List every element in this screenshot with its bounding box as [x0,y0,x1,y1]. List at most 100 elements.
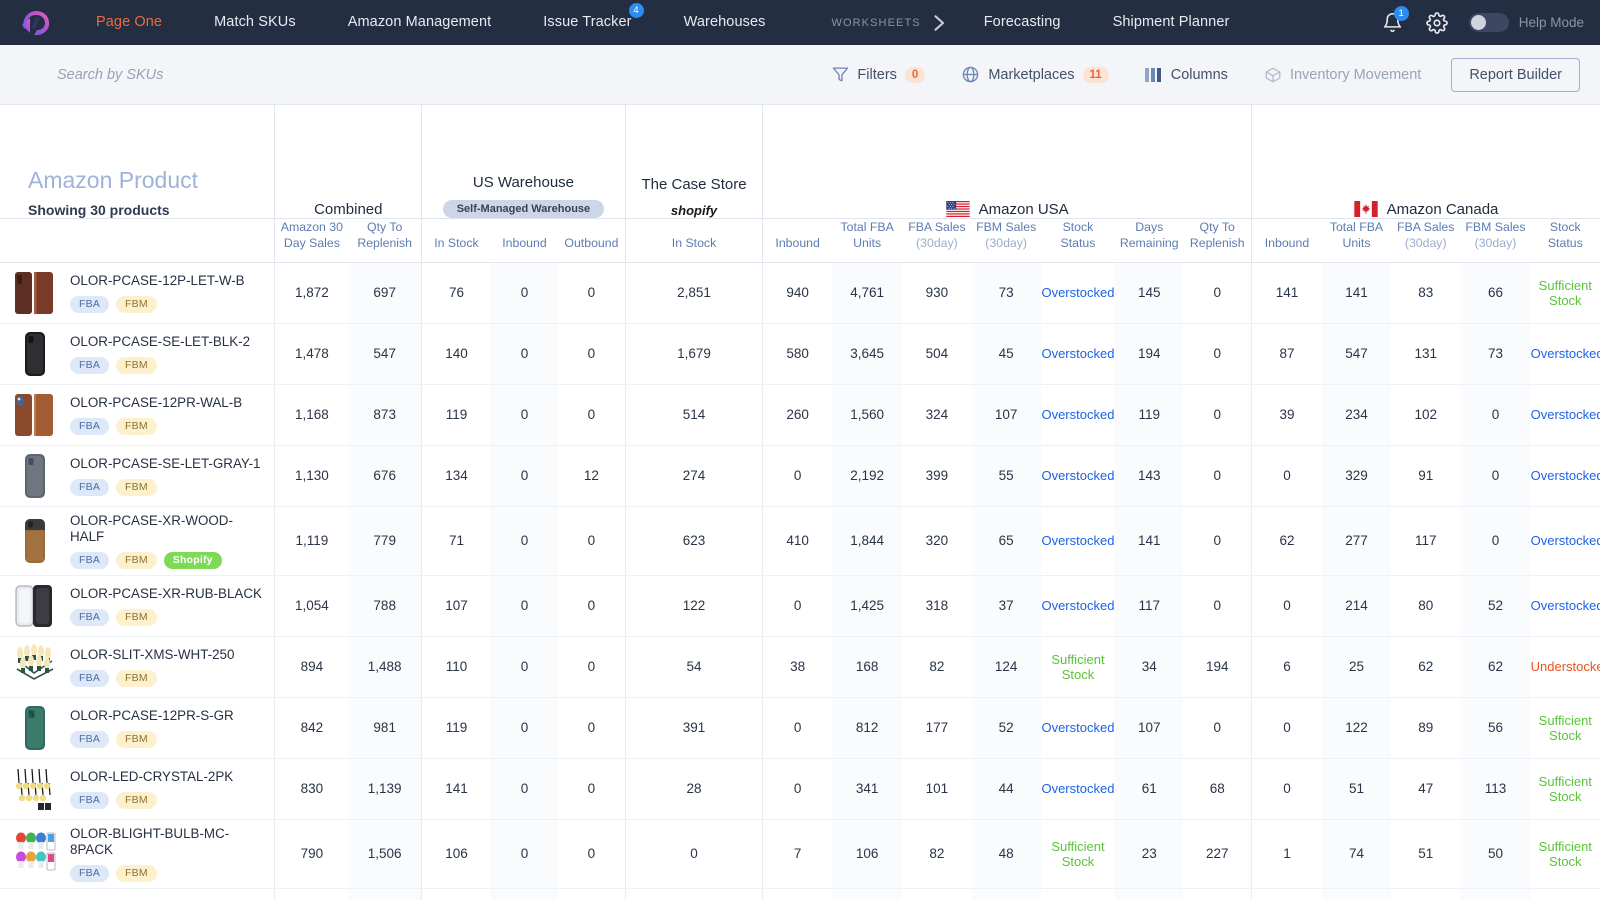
product-cell[interactable]: OLOR-PCASE-SE-LET-BLK-2 FBA FBM [0,323,275,385]
product-thumbnail [15,584,52,627]
colhead-amazon-30-day-sales[interactable]: Amazon 30 Day Sales [274,218,349,263]
help-mode-label: Help Mode [1518,15,1584,30]
product-cell[interactable]: OLOR-BLIGHT-BULB-MC-8PACK FBA FBM [0,819,275,889]
product-cell[interactable]: OLOR-PCASE-12P-LET-W-B FBA FBM [0,262,275,324]
cell-canada-0: 0 [1251,575,1322,637]
table-row[interactable]: OLOR-BLIGHT-BULB-MC-8PACK FBA FBM 790 1,506 1… [0,819,1600,889]
colhead-ca-fba-sales[interactable]: FBA Sales (30day) [1391,218,1461,263]
cell-combined-1: 788 [348,575,422,637]
nav-item-warehouses[interactable]: Warehouses [658,0,792,45]
nav-item-worksheets[interactable]: WORKSHEETS [791,13,957,33]
cell-canada-3: 113 [1460,758,1531,820]
colhead-ca-stock-status[interactable]: Stock Status [1530,218,1600,263]
inventory-movement-label: Inventory Movement [1289,66,1422,83]
table-row[interactable]: OLOR-PCASE-XR-WOOD-HALF FBA FBM Shopify 1,11… [0,506,1600,576]
report-builder-button[interactable]: Report Builder [1451,57,1580,92]
group-amazon-usa-title: Amazon USA [978,200,1069,218]
table-row[interactable]: OLOR-LED-CRYSTAL-2PK FBA FBM 830 1,139 141 0 0 2… [0,758,1600,820]
colhead-case-store-in-stock[interactable]: In Stock [624,218,763,263]
badge-fbm: FBM [116,669,157,687]
colhead-ca-inbound[interactable]: Inbound [1251,218,1322,263]
cell-usa-1: 812 [832,697,903,759]
colhead-ca-total-fba-units[interactable]: Total FBA Units [1321,218,1392,263]
cell-usa-2: 82 [902,819,972,889]
toolbar: Filters 0 Marketplaces 11 Columns [0,45,1600,105]
product-cell[interactable]: OLOR-PCASE-XR-RUB-BLACK FBA FBM [0,575,275,637]
table-row[interactable]: OLOR-PCASE-SE-LET-GRAY-1 FBA FBM 1,130 676 13… [0,445,1600,507]
product-cell[interactable]: OLOR-SLIT-XMS-WHT-250 FBA FBM [0,636,275,698]
table-row[interactable]: OLOR-PCASE-XR-RUB-BLACK FBA FBM 1,054 788 107… [0,575,1600,637]
cell-usa-3: 59 [971,888,1041,900]
cell-usa-4: Sufficient Stock [1040,636,1116,698]
colhead-qty-to-replenish[interactable]: Qty To Replenish [348,218,422,263]
nav-item-shipment-planner[interactable]: Shipment Planner [1087,0,1256,45]
columns-button[interactable]: Columns [1127,56,1246,94]
cell-case-store-0: 2,851 [624,262,763,324]
colhead-usa-inbound[interactable]: Inbound [762,218,833,263]
table-row[interactable]: OLOR-PCASE-12P-LET-W-B FBA FBM 1,872 697 76 0 0… [0,262,1600,324]
cell-combined-0: 830 [274,758,349,820]
product-cell[interactable]: OLOR-LED-DEC-48FT-WTFBAFBM [0,888,275,900]
app-logo[interactable] [14,7,58,39]
nav-item-forecasting[interactable]: Forecasting [958,0,1087,45]
help-mode-toggle[interactable]: Help Mode [1468,13,1584,32]
colhead-usa-fbm-sales[interactable]: FBM Sales (30day) [971,218,1041,263]
filters-button[interactable]: Filters 0 [814,56,943,94]
product-cell[interactable]: OLOR-PCASE-12PR-WAL-B FBA FBM [0,384,275,446]
product-cell[interactable]: OLOR-PCASE-XR-WOOD-HALF FBA FBM Shopify [0,506,275,576]
table-row[interactable]: OLOR-PCASE-12PR-S-GR FBA FBM 842 981 119 0 0 391… [0,697,1600,759]
table-header: Amazon Product Showing 30 products Combi… [0,105,1600,263]
product-thumbnail [15,393,53,436]
product-badges: FBA FBM [70,791,233,809]
product-cell[interactable]: OLOR-LED-CRYSTAL-2PK FBA FBM [0,758,275,820]
search-input[interactable] [57,66,477,83]
product-cell[interactable]: OLOR-PCASE-SE-LET-GRAY-1 FBA FBM [0,445,275,507]
table-row[interactable]: OLOR-PCASE-12PR-WAL-B FBA FBM 1,168 873 119 0 0… [0,384,1600,446]
search-icon[interactable] [22,64,43,85]
colhead-usw-outbound[interactable]: Outbound [558,218,626,263]
table-row[interactable]: OLOR-SLIT-XMS-WHT-250 FBA FBM 894 1,488 110 0 0… [0,636,1600,698]
nav-item-match-skus[interactable]: Match SKUs [188,0,322,45]
nav-item-amazon-management[interactable]: Amazon Management [322,0,518,45]
cell-canada-0: 0 [1251,758,1322,820]
colhead-usw-in-stock[interactable]: In Stock [421,218,491,263]
product-badges: FBA FBM [70,295,245,313]
colhead-usw-inbound[interactable]: Inbound [490,218,559,263]
notification-count-badge: 1 [1393,5,1409,21]
cell-canada-3: 0 [1460,384,1531,446]
status-badge: Sufficient Stock [1051,651,1105,682]
table-row[interactable]: OLOR-PCASE-SE-LET-BLK-2 FBA FBM 1,478 547 140… [0,323,1600,385]
notifications-button[interactable]: 1 [1373,3,1413,43]
colhead-usa-qty-to-replenish[interactable]: Qty To Replenish [1183,218,1252,263]
table-row[interactable]: OLOR-LED-DEC-48FT-WTFBAFBM7891,185710012… [0,888,1600,900]
status-badge: Sufficient Stock [1538,712,1592,743]
products-table-container[interactable]: Amazon Product Showing 30 products Combi… [0,105,1600,900]
badge-fbm: FBM [116,864,157,882]
badge-fbm: FBM [116,478,157,496]
cell-us-warehouse-0: 134 [421,445,491,507]
cell-us-warehouse-2: 0 [558,636,626,698]
nav-item-issue-tracker[interactable]: Issue Tracker 4 [517,0,657,45]
marketplaces-button[interactable]: Marketplaces 11 [943,56,1126,94]
colhead-usa-fba-sales[interactable]: FBA Sales (30day) [902,218,972,263]
box-icon [1265,67,1281,82]
colhead-usa-stock-status[interactable]: Stock Status [1040,218,1116,263]
cell-us-warehouse-0: 141 [421,758,491,820]
cell-case-store-0: 274 [624,445,763,507]
colhead-ca-fbm-sales[interactable]: FBM Sales (30day) [1460,218,1531,263]
cell-us-warehouse-0: 71 [421,888,491,900]
cell-us-warehouse-1: 0 [490,819,559,889]
product-cell[interactable]: OLOR-PCASE-12PR-S-GR FBA FBM [0,697,275,759]
cell-us-warehouse-2: 0 [558,758,626,820]
colhead-usa-days-remaining[interactable]: Days Remaining [1115,218,1184,263]
cell-us-warehouse-0: 140 [421,323,491,385]
group-product: Amazon Product Showing 30 products [0,105,275,219]
cell-canada-2: 47 [1391,758,1461,820]
nav-item-page-one[interactable]: Page One [70,0,188,45]
columns-icon [1144,67,1161,82]
settings-button[interactable] [1417,3,1457,43]
cell-us-warehouse-0: 106 [421,819,491,889]
table-body: OLOR-PCASE-12P-LET-W-B FBA FBM 1,872 697 76 0 0… [0,262,1600,900]
inventory-movement-button[interactable]: Inventory Movement [1246,56,1439,94]
colhead-usa-total-fba-units[interactable]: Total FBA Units [832,218,903,263]
